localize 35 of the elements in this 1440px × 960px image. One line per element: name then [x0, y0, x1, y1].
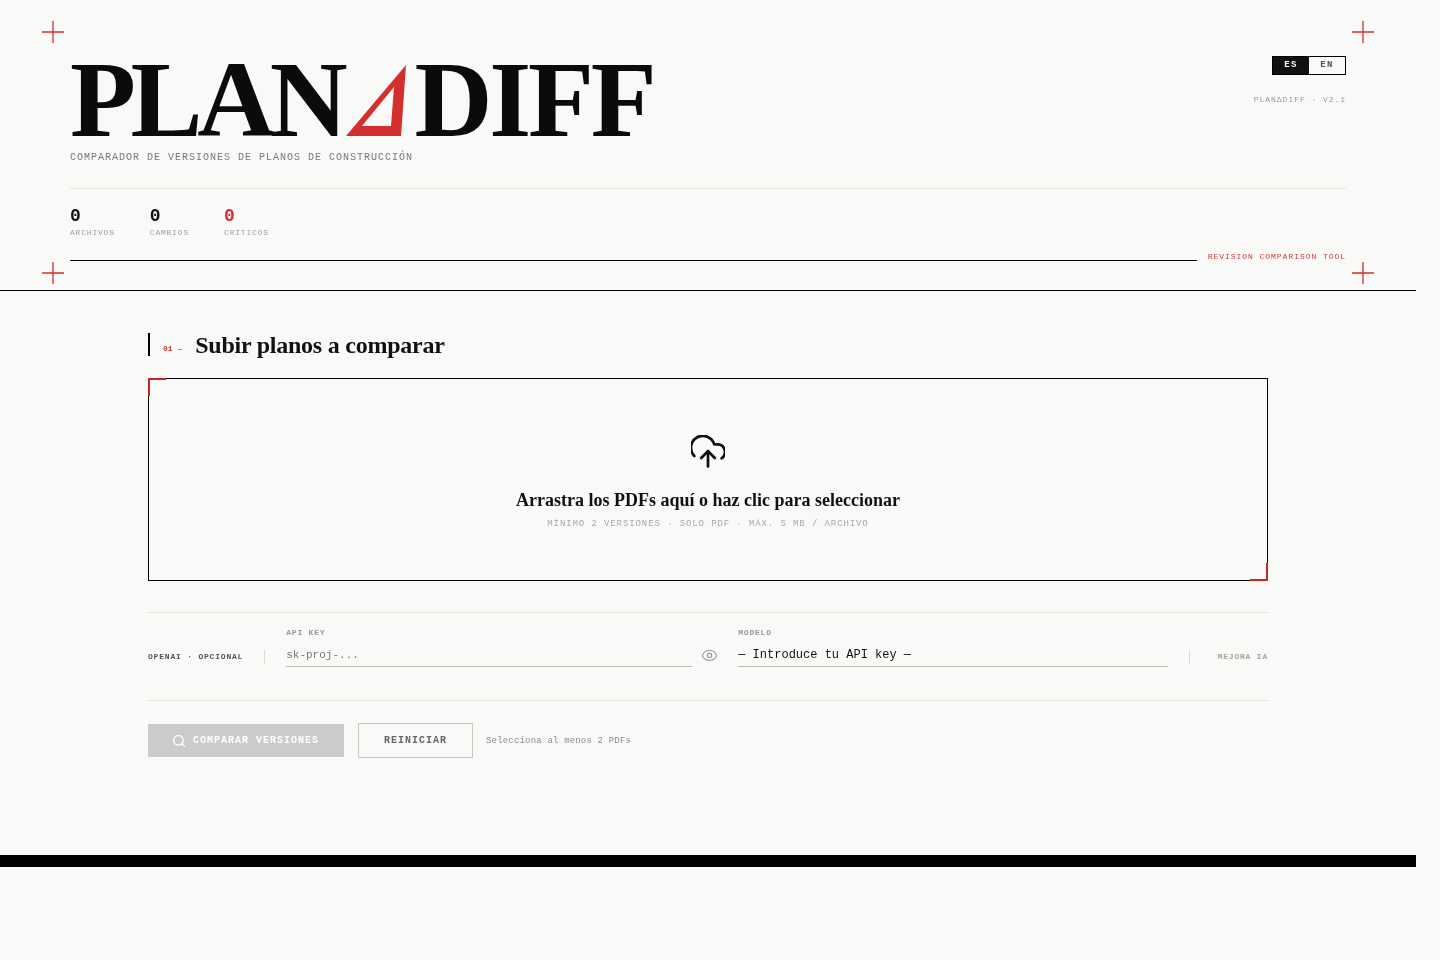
corner-mark-icon: [1250, 563, 1268, 582]
cloud-upload-icon: [691, 435, 725, 470]
dropzone-title: Arrastra los PDFs aquí o haz clic para seleccionar: [516, 489, 900, 513]
crosshair-icon: [42, 21, 64, 43]
crosshair-icon: [42, 262, 64, 284]
section-number: 01 –: [163, 343, 183, 356]
stat-value: 0: [224, 205, 236, 228]
action-hint: Selecciona al menos 2 PDFs: [486, 734, 632, 747]
model-select[interactable]: — Introduce tu API key —: [738, 644, 1169, 668]
tool-label: REVISION COMPARISON TOOL: [1207, 251, 1346, 264]
search-icon: [173, 734, 185, 747]
crosshair-icon: [1352, 21, 1374, 43]
tagline: COMPARADOR DE VERSIONES DE PLANOS DE CONSTRUCCIÓN: [70, 151, 415, 166]
version-label: PLANΔDIFF · V2.1: [1253, 94, 1346, 106]
stat-label: CAMBIOS: [149, 227, 190, 240]
section-title: Subir planos a comparar: [195, 330, 445, 359]
stat-value: 0: [149, 205, 162, 228]
language-tab[interactable]: EN: [1309, 57, 1345, 74]
dropzone-hint: MÍNIMO 2 VERSIONES · SOLO PDF · MÁX. 5 MB / ARCHIVO: [547, 518, 869, 531]
field-label: MODELO: [738, 627, 773, 640]
field-label: API KEY: [286, 627, 327, 640]
eye-icon[interactable]: [702, 648, 718, 664]
stat-label: ARCHIVOS: [70, 227, 115, 240]
api-key-field[interactable]: sk-proj-...: [286, 644, 693, 668]
logo-text: DIFF: [414, 51, 654, 149]
crosshair-icon: [1352, 262, 1374, 284]
logo-text: PLAN: [70, 51, 343, 149]
provider-label: OPENAI · OPCIONAL: [148, 651, 244, 664]
upload-dropzone[interactable]: Arrastra los PDFs aquí o haz clic para seleccionar MÍNIMO 2 VERSIONES · SOLO PDF · MÁX. 5 MB / ARCHIVO: [148, 378, 1268, 582]
stat-label: CRÍTICOS: [224, 227, 269, 240]
stat-value: 0: [70, 205, 82, 228]
corner-mark-icon: [148, 378, 166, 397]
language-tab[interactable]: ES: [1273, 57, 1309, 74]
delta-logo-icon: [346, 65, 407, 136]
reset-button[interactable]: REINICIAR: [358, 723, 473, 759]
